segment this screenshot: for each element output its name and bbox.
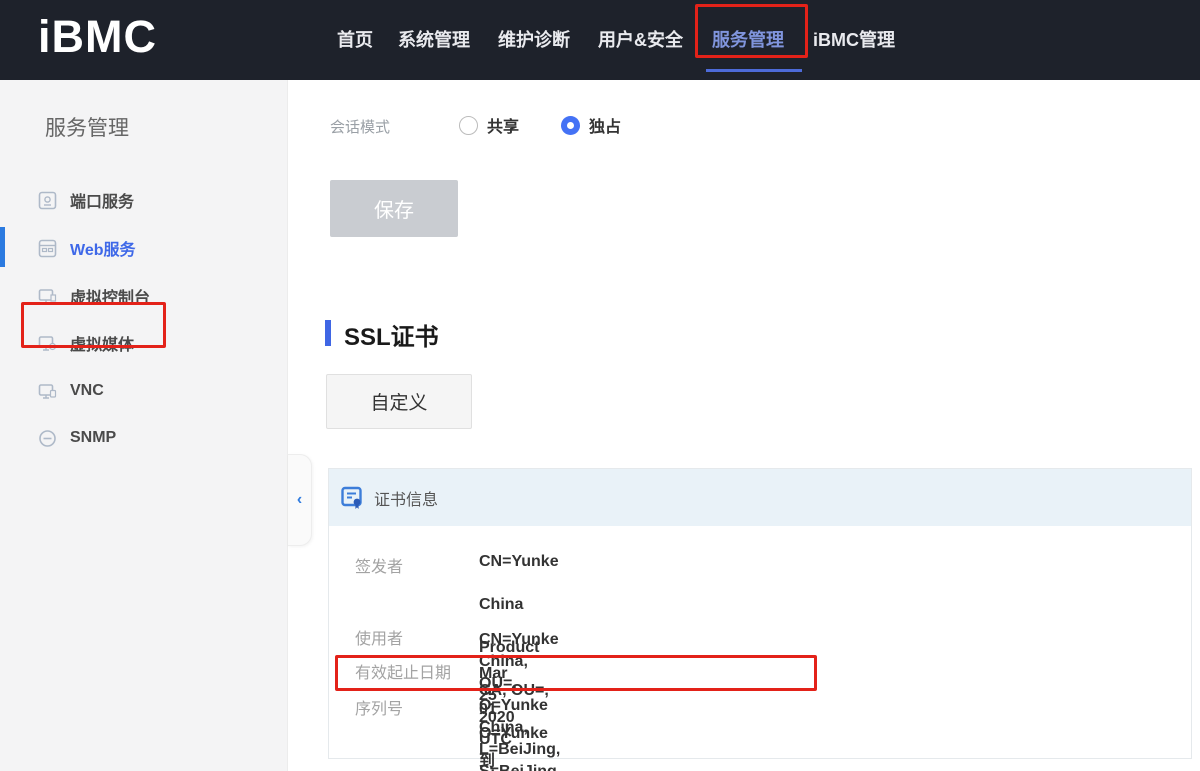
sidebar-collapse-button[interactable]: ‹	[288, 454, 312, 546]
session-mode-radio-exclusive[interactable]: 独占	[561, 113, 621, 137]
cert-field-label: 使用者	[355, 629, 403, 651]
save-button[interactable]: 保存	[330, 180, 458, 237]
sidebar-item-label: 虚拟媒体	[70, 331, 134, 355]
nav-maintenance-diagnostics[interactable]: 维护诊断	[498, 26, 570, 52]
port-service-icon	[38, 191, 57, 210]
custom-button[interactable]: 自定义	[326, 374, 472, 429]
sidebar-item-virtual-media[interactable]: 虚拟媒体	[38, 331, 134, 355]
ssl-section-title: SSL证书	[344, 317, 439, 352]
cert-field-label: 签发者	[355, 553, 403, 577]
cert-panel-title: 证书信息	[374, 486, 438, 510]
app-logo: iBMC	[38, 11, 157, 63]
active-tab-underline	[706, 69, 802, 72]
sidebar-item-label: 虚拟控制台	[70, 284, 150, 308]
sidebar: 服务管理 端口服务 Web服务 虚拟控制台	[0, 80, 288, 771]
cert-info-panel: 证书信息 签发者 CN=Yunke China Product CA, OU=,…	[328, 468, 1192, 759]
virtual-media-icon	[38, 334, 57, 353]
nav-service-management[interactable]: 服务管理	[712, 26, 784, 52]
chevron-left-icon: ‹	[297, 491, 302, 509]
radio-label: 共享	[487, 113, 519, 137]
radio-label: 独占	[589, 113, 621, 137]
certificate-icon	[341, 486, 364, 510]
sidebar-item-label: VNC	[70, 382, 104, 400]
session-mode-radio-shared[interactable]: 共享	[459, 113, 519, 137]
sidebar-item-virtual-console[interactable]: 虚拟控制台	[38, 284, 150, 308]
vnc-icon	[38, 382, 57, 401]
cert-field-label: 序列号	[355, 699, 403, 721]
nav-system-management[interactable]: 系统管理	[398, 26, 470, 52]
sidebar-item-web-service[interactable]: Web服务	[38, 236, 136, 260]
section-accent-bar	[325, 320, 331, 346]
nav-home[interactable]: 首页	[337, 26, 373, 52]
radio-checked-icon[interactable]	[561, 116, 580, 135]
radio-unchecked-icon[interactable]	[459, 116, 478, 135]
sidebar-item-snmp[interactable]: SNMP	[38, 426, 116, 450]
virtual-console-icon	[38, 287, 57, 306]
sidebar-item-vnc[interactable]: VNC	[38, 379, 104, 403]
sidebar-item-label: 端口服务	[70, 188, 134, 212]
cert-panel-header: 证书信息	[329, 469, 1191, 526]
sidebar-title: 服务管理	[45, 112, 129, 142]
nav-ibmc-management[interactable]: iBMC管理	[813, 26, 895, 52]
sidebar-item-label: SNMP	[70, 429, 116, 447]
nav-user-security[interactable]: 用户&安全	[598, 26, 683, 52]
web-service-icon	[38, 239, 57, 258]
cert-field-label: 有效起止日期	[355, 663, 451, 685]
sidebar-item-port-service[interactable]: 端口服务	[38, 188, 134, 212]
active-item-indicator	[0, 227, 5, 267]
ibmc-app: iBMC 首页 系统管理 维护诊断 用户&安全 服务管理 iBMC管理 服务管理…	[0, 0, 1200, 771]
top-header: iBMC 首页 系统管理 维护诊断 用户&安全 服务管理 iBMC管理	[0, 0, 1200, 80]
session-mode-label: 会话模式	[330, 116, 390, 137]
snmp-icon	[38, 429, 57, 448]
cert-field-value: 01	[479, 699, 497, 721]
sidebar-item-label: Web服务	[70, 236, 136, 260]
